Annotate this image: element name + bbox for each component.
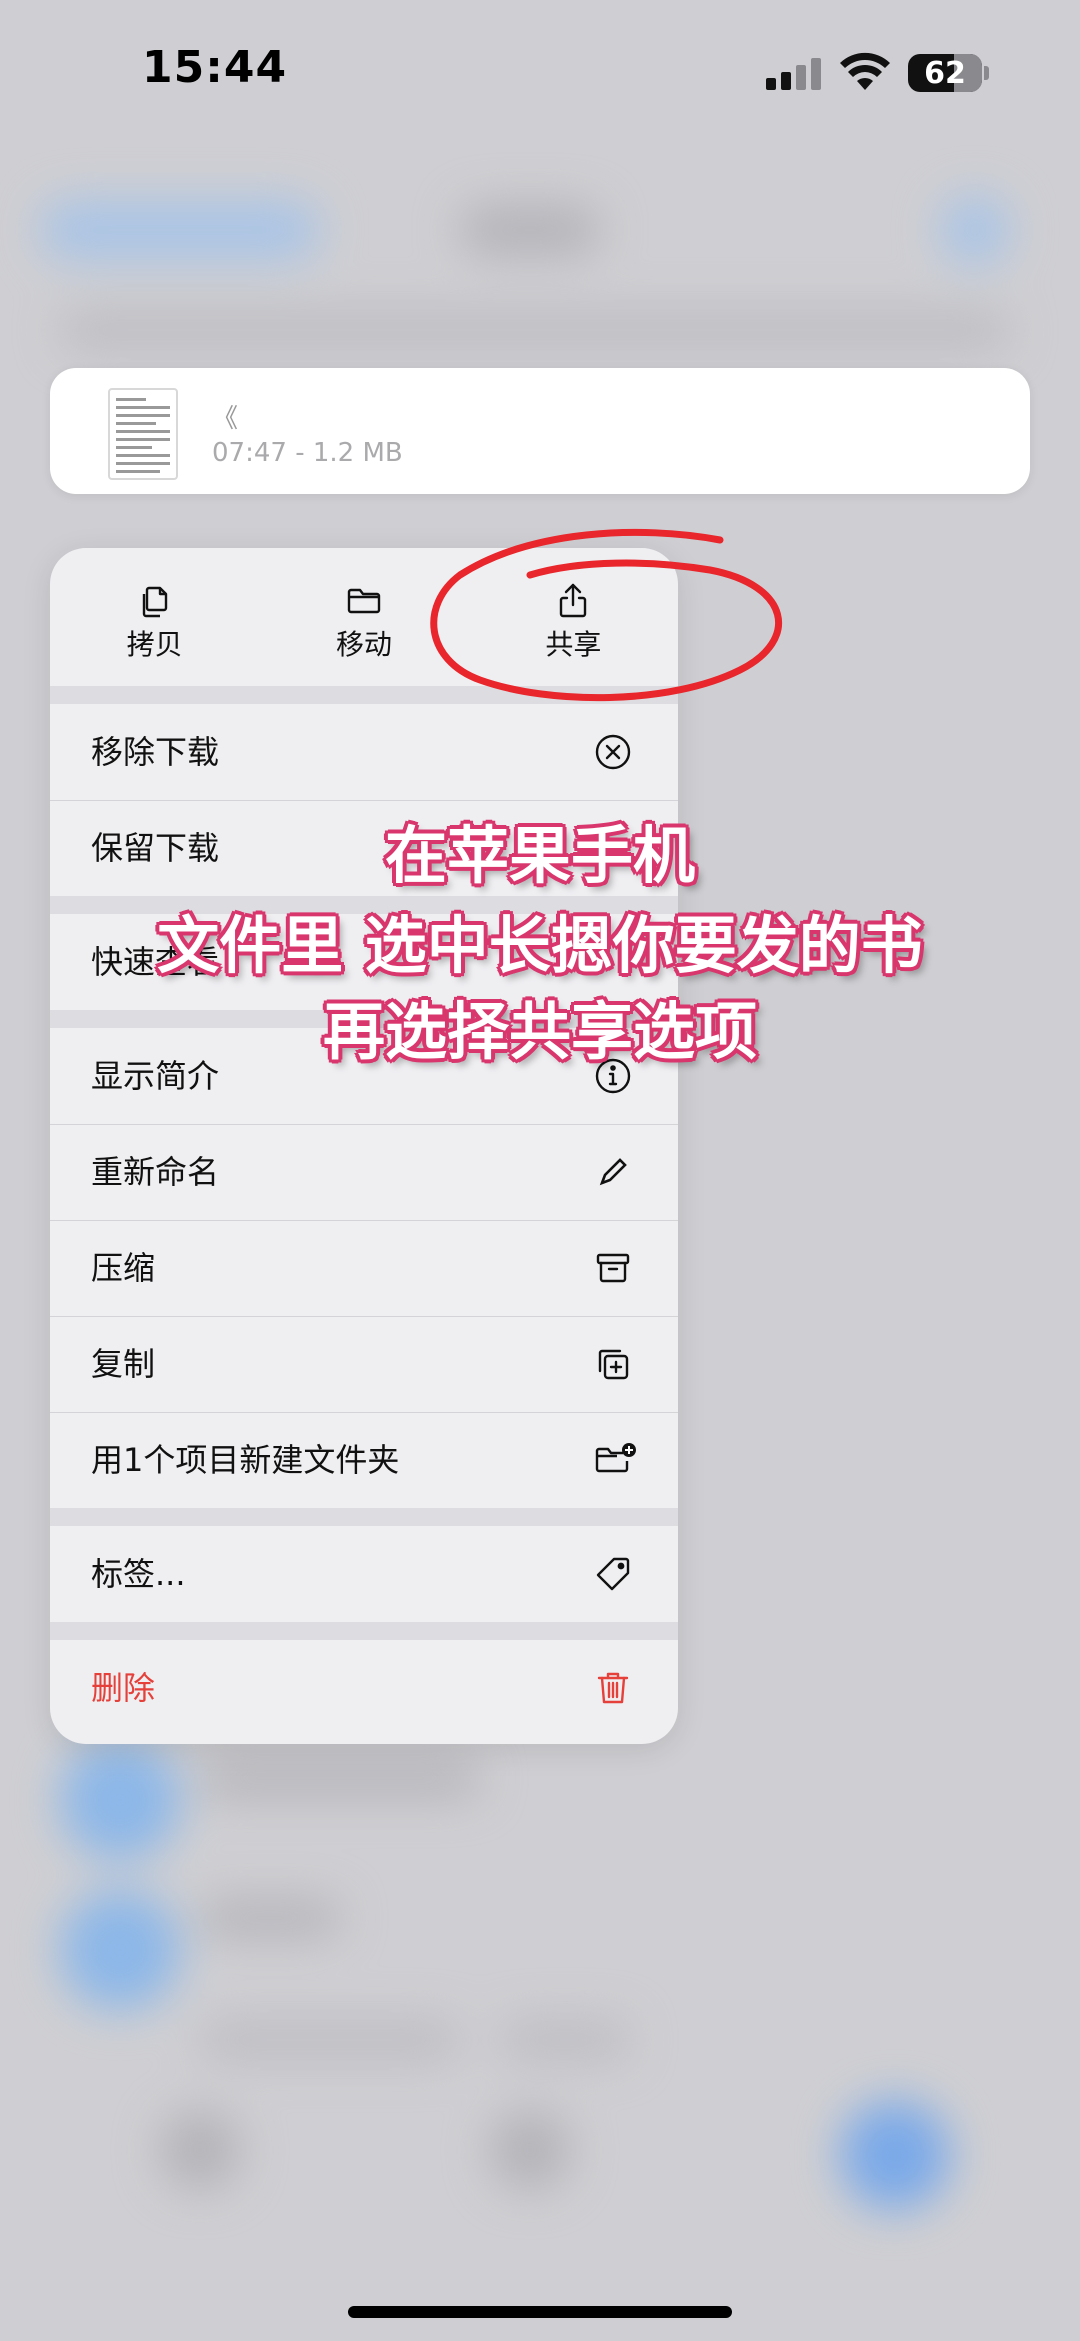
folder-plus-icon xyxy=(595,1443,636,1473)
menu-item-label: 复制 xyxy=(91,1345,156,1383)
annotation-line-2: 文件里 选中长摁你要发的书 xyxy=(157,909,923,982)
copy-button[interactable]: 拷贝 xyxy=(50,548,259,686)
battery-icon: 62 xyxy=(908,54,982,92)
menu-item-tags[interactable]: 标签... xyxy=(50,1526,678,1622)
document-thumbnail xyxy=(108,388,178,480)
circle-x-icon xyxy=(595,734,631,770)
menu-separator xyxy=(50,1622,678,1640)
cellular-signal-icon xyxy=(766,58,821,90)
folder-icon xyxy=(347,588,381,614)
status-time: 15:44 xyxy=(142,42,288,93)
menu-item-label: 标签... xyxy=(91,1555,186,1593)
menu-item-label: 重新命名 xyxy=(91,1153,220,1191)
menu-item-label: 压缩 xyxy=(91,1249,156,1287)
highlight-circle xyxy=(430,528,782,702)
menu-item-compress[interactable]: 压缩 xyxy=(50,1220,678,1317)
duplicate-icon xyxy=(598,1349,629,1380)
copy-doc-icon xyxy=(142,586,167,618)
annotation-line-1: 在苹果手机 xyxy=(384,819,695,892)
annotation-line-3: 再选择共享选项 xyxy=(322,995,757,1068)
context-menu: 拷贝 移动 共享 移除下载 保留下载 快速查看 显示简介 重新命名 压缩 复制 … xyxy=(50,548,678,1744)
file-name: 《 xyxy=(212,404,239,434)
menu-separator xyxy=(50,1508,678,1526)
menu-item-label: 删除 xyxy=(91,1669,156,1707)
home-indicator xyxy=(348,2306,732,2318)
pencil-icon xyxy=(599,1158,627,1186)
tag-icon xyxy=(596,1557,630,1591)
battery-level: 62 xyxy=(924,55,966,91)
wifi-icon xyxy=(840,52,890,90)
archive-box-icon xyxy=(596,1253,630,1283)
menu-item-label: 用1个项目新建文件夹 xyxy=(91,1441,400,1479)
file-meta: 07:47 - 1.2 MB xyxy=(212,438,403,468)
battery-tip xyxy=(984,66,989,80)
menu-item-label: 移除下载 xyxy=(91,733,220,771)
status-bar: 15:44 62 xyxy=(0,0,1080,140)
menu-item-new-folder-with-item[interactable]: 用1个项目新建文件夹 xyxy=(50,1412,678,1508)
menu-item-delete[interactable]: 删除 xyxy=(50,1640,678,1736)
trash-icon xyxy=(597,1672,629,1704)
file-preview-card[interactable]: 《 07:47 - 1.2 MB xyxy=(50,368,1030,494)
menu-item-rename[interactable]: 重新命名 xyxy=(50,1124,678,1221)
menu-item-duplicate[interactable]: 复制 xyxy=(50,1316,678,1413)
copy-label: 拷贝 xyxy=(126,628,183,661)
